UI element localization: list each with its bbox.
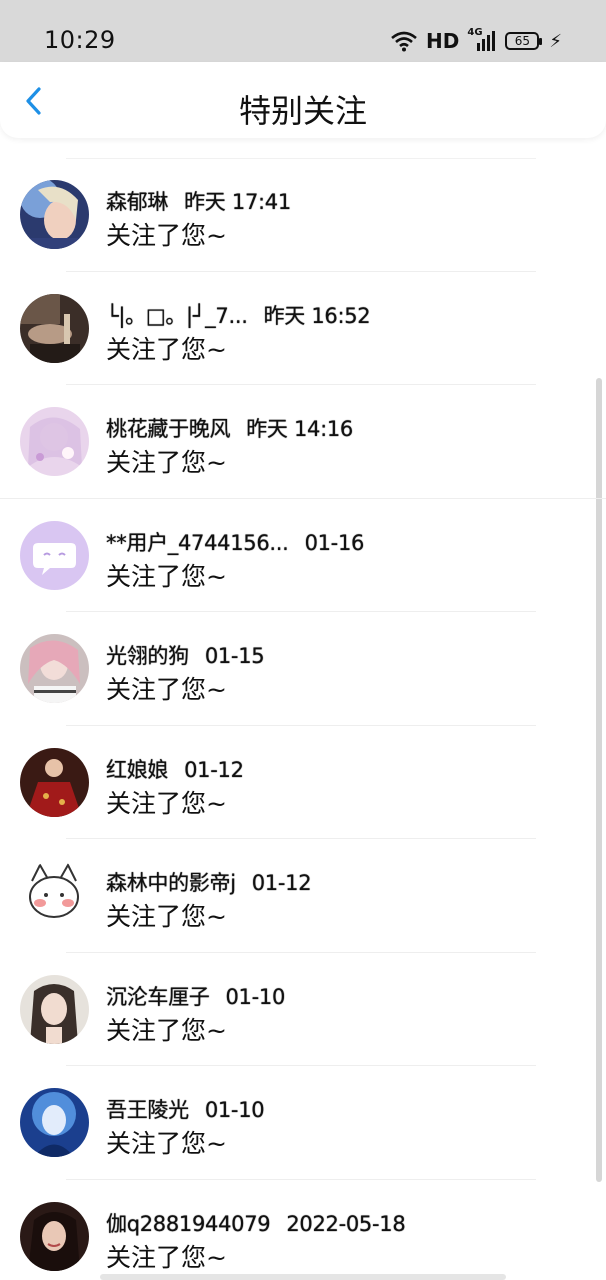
avatar[interactable] [20, 634, 89, 703]
item-header: 沉沦车厘子 01-10 [106, 981, 285, 1011]
list-item[interactable]: 吾王陵光 01-10 关注了您~ [0, 1066, 606, 1180]
item-message: 关注了您~ [106, 788, 227, 818]
list-item[interactable]: 沉沦车厘子 01-10 关注了您~ [0, 953, 606, 1066]
status-time: 10:29 [44, 26, 116, 54]
item-header: 红娘娘 01-12 [106, 754, 244, 784]
timestamp: 01-12 [251, 871, 312, 895]
timestamp: 昨天 17:41 [184, 190, 291, 214]
status-icons: HD 4G 65 ⚡ [390, 27, 562, 54]
timestamp: 昨天 16:52 [263, 303, 371, 328]
item-header: 桃花藏于晚风 昨天 14:16 [106, 413, 353, 443]
wifi-icon [391, 31, 417, 52]
avatar[interactable] [20, 974, 89, 1044]
avatar[interactable] [20, 861, 89, 930]
user-name[interactable]: **用户_4744156... [106, 531, 289, 555]
battery-icon: 65 [505, 32, 543, 50]
avatar[interactable] [20, 1201, 89, 1271]
timestamp: 昨天 14:16 [246, 417, 353, 441]
status-bar: 10:29 HD 4G 65 ⚡ [0, 0, 606, 62]
item-header: 森林中的影帝j 01-12 [106, 867, 312, 897]
cellular-signal-icon: 4G [467, 27, 497, 53]
item-message: 关注了您~ [106, 1015, 227, 1045]
list-item[interactable]: 伽q2881944079 2022-05-18 关注了您~ [0, 1180, 606, 1280]
item-message: 关注了您~ [106, 334, 227, 364]
avatar[interactable] [20, 293, 89, 363]
list-item[interactable]: 红娘娘 01-12 关注了您~ [0, 726, 606, 839]
notification-list: 森郁琳 昨天 17:41 关注了您~ └|。□。|┘_7... 昨天 16:52 关… [0, 158, 606, 1280]
item-message: 关注了您~ [106, 448, 227, 477]
user-name[interactable]: 吾王陵光 [106, 1098, 189, 1122]
item-header: 伽q2881944079 2022-05-18 [106, 1208, 406, 1238]
user-name[interactable]: 桃花藏于晚风 [106, 417, 231, 441]
timestamp: 01-15 [204, 644, 265, 668]
item-header: **用户_4744156... 01-16 [106, 527, 364, 557]
list-item[interactable]: 光翎的狗 01-15 关注了您~ [0, 612, 606, 726]
charging-icon: ⚡ [549, 30, 562, 52]
item-message: 关注了您~ [106, 675, 227, 704]
timestamp: 01-10 [204, 1098, 265, 1122]
user-name[interactable]: 森林中的影帝j [106, 871, 236, 895]
user-name[interactable]: 伽q2881944079 [106, 1212, 271, 1236]
hd-indicator: HD [426, 29, 460, 53]
item-message: 关注了您~ [106, 902, 227, 931]
list-item[interactable]: **用户_4744156... 01-16 关注了您~ [0, 499, 606, 612]
item-message: 关注了您~ [106, 1242, 227, 1272]
timestamp: 01-12 [184, 757, 244, 782]
avatar[interactable] [20, 747, 89, 817]
user-name[interactable]: 沉沦车厘子 [106, 985, 210, 1009]
avatar[interactable] [20, 407, 89, 476]
top-app-bar: 特别关注 [0, 62, 606, 138]
item-message: 关注了您~ [106, 221, 227, 250]
user-name[interactable]: 森郁琳 [106, 190, 168, 214]
avatar[interactable] [20, 1088, 89, 1157]
timestamp: 2022-05-18 [286, 1211, 406, 1236]
timestamp: 01-16 [304, 530, 365, 555]
item-header: 吾王陵光 01-10 [106, 1094, 265, 1124]
user-name[interactable]: 红娘娘 [106, 758, 168, 782]
item-header: 森郁琳 昨天 17:41 [106, 186, 291, 216]
bottom-indicator [100, 1274, 506, 1280]
list-item[interactable]: 森林中的影帝j 01-12 关注了您~ [0, 839, 606, 953]
timestamp: 01-10 [225, 984, 286, 1009]
user-name[interactable]: └|。□。|┘_7... [106, 304, 248, 328]
item-header: 光翎的狗 01-15 [106, 640, 265, 670]
list-item[interactable]: 桃花藏于晚风 昨天 14:16 关注了您~ [0, 385, 606, 499]
list-item[interactable]: 森郁琳 昨天 17:41 关注了您~ [0, 158, 606, 272]
item-message: 关注了您~ [106, 1129, 227, 1158]
avatar[interactable] [20, 180, 89, 249]
item-message: 关注了您~ [106, 561, 227, 591]
page-title: 特别关注 [238, 92, 367, 130]
user-name[interactable]: 光翎的狗 [106, 644, 189, 668]
list-item[interactable]: └|。□。|┘_7... 昨天 16:52 关注了您~ [0, 272, 606, 385]
avatar[interactable] [20, 520, 89, 590]
item-header: └|。□。|┘_7... 昨天 16:52 [106, 300, 371, 330]
